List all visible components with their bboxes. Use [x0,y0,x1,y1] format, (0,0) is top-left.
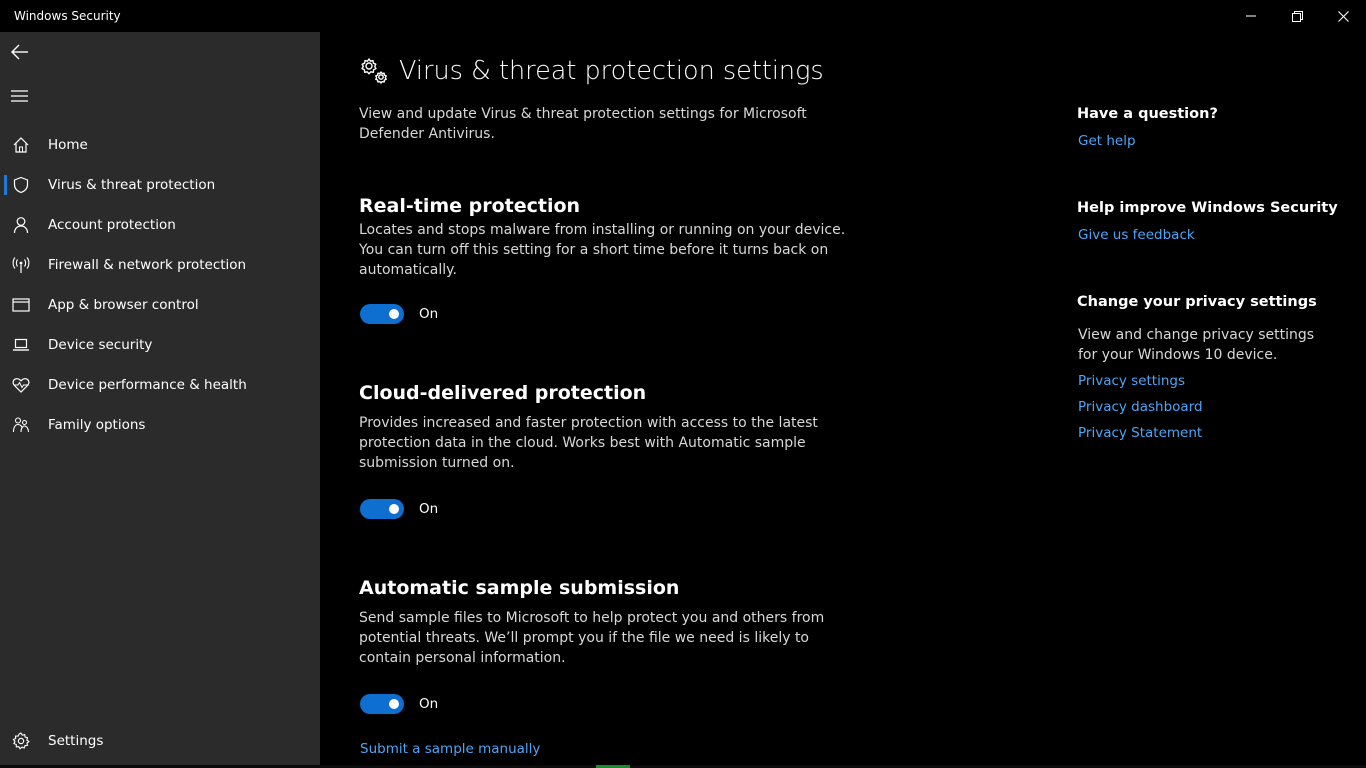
browser-window-icon [12,296,30,314]
sidebar: Home Virus & threat protection Account p… [0,32,320,768]
minimize-icon [1246,15,1256,17]
sidebar-item-home[interactable]: Home [0,125,320,165]
cloud-protection-toggle[interactable] [360,499,404,519]
page-header: Virus & threat protection settings [360,56,824,86]
cloud-protection-toggle-row: On [360,499,438,519]
section-real-time-protection: Real-time protection Locates and stops m… [359,194,859,324]
hamburger-icon [11,90,28,102]
heart-pulse-icon [12,376,30,394]
question-heading: Have a question? [1077,106,1218,122]
section-description: Send sample files to Microsoft to help p… [359,610,825,666]
sidebar-item-label: Family options [48,417,146,433]
real-time-protection-toggle-row: On [360,304,438,324]
toggle-knob [389,309,399,319]
family-icon [12,416,30,434]
sidebar-item-label: Home [48,137,88,153]
sidebar-item-label: Device performance & health [48,377,247,393]
sidebar-item-label: App & browser control [48,297,199,313]
settings-gears-icon [361,58,387,84]
laptop-icon [12,336,30,354]
page-description: View and update Virus & threat protectio… [359,106,807,142]
sidebar-item-virus-threat-protection[interactable]: Virus & threat protection [0,165,320,205]
title-bar: Windows Security [0,0,1366,32]
sample-submission-toggle-row: On [360,694,438,714]
toggle-knob [389,504,399,514]
give-feedback-link[interactable]: Give us feedback [1078,227,1195,243]
sidebar-item-label: Account protection [48,217,176,233]
privacy-settings-link[interactable]: Privacy settings [1078,373,1185,389]
section-title: Real-time protection [359,195,581,217]
privacy-heading: Change your privacy settings [1077,294,1317,310]
section-title: Cloud-delivered protection [359,382,647,404]
sidebar-item-family-options[interactable]: Family options [0,405,320,445]
get-help-link[interactable]: Get help [1078,133,1136,149]
section-description: Provides increased and faster protection… [359,415,818,471]
sidebar-item-label: Virus & threat protection [48,177,216,193]
sidebar-item-firewall[interactable]: Firewall & network protection [0,245,320,285]
sidebar-item-account-protection[interactable]: Account protection [0,205,320,245]
close-button[interactable] [1320,0,1366,32]
privacy-dashboard-link[interactable]: Privacy dashboard [1078,399,1203,415]
sidebar-item-label: Firewall & network protection [48,257,247,273]
toggle-state-label: On [419,306,439,322]
toggle-state-label: On [419,501,439,517]
back-button[interactable] [8,40,32,64]
sidebar-item-label: Device security [48,337,153,353]
privacy-statement-link[interactable]: Privacy Statement [1078,425,1202,441]
restore-button[interactable] [1274,0,1320,32]
sample-submission-toggle[interactable] [360,694,404,714]
submit-sample-manually-link[interactable]: Submit a sample manually [360,741,540,757]
gear-icon [12,732,30,750]
toggle-state-label: On [419,696,439,712]
privacy-description: View and change privacy settings for you… [1078,327,1315,363]
sidebar-item-app-browser-control[interactable]: App & browser control [0,285,320,325]
section-cloud-delivered-protection: Cloud-delivered protection Provides incr… [359,381,859,519]
menu-button[interactable] [10,86,30,106]
sidebar-item-device-security[interactable]: Device security [0,325,320,365]
sidebar-item-label: Settings [48,733,104,749]
back-arrow-icon [11,44,28,60]
shield-icon [12,176,30,194]
toggle-knob [389,699,399,709]
app-title: Windows Security [14,9,121,23]
page-title: Virus & threat protection settings [399,56,824,86]
improve-heading: Help improve Windows Security [1077,200,1338,216]
antenna-icon [12,256,30,274]
home-icon [12,136,30,154]
section-description: Locates and stops malware from installin… [359,222,846,278]
close-icon [1337,10,1349,22]
person-icon [12,216,30,234]
sidebar-item-device-performance[interactable]: Device performance & health [0,365,320,405]
section-automatic-sample-submission: Automatic sample submission Send sample … [359,576,859,714]
section-title: Automatic sample submission [359,577,680,599]
main-content: Virus & threat protection settings View … [320,32,1366,768]
minimize-button[interactable] [1228,0,1274,32]
real-time-protection-toggle[interactable] [360,304,404,324]
sidebar-item-settings[interactable]: Settings [0,721,320,761]
restore-icon [1291,10,1303,22]
